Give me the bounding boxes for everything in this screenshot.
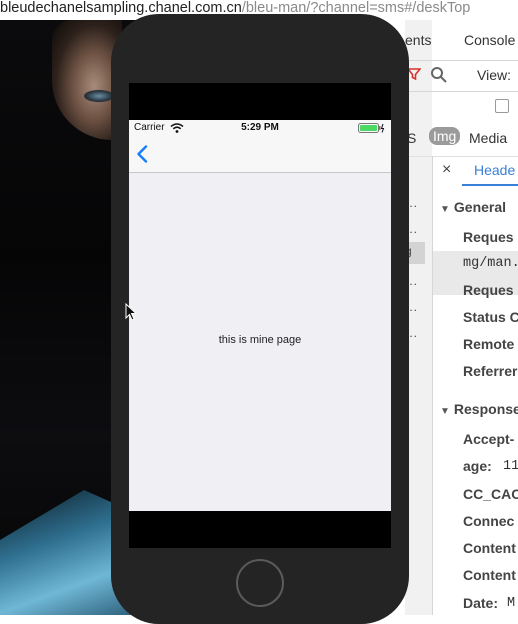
collapse-triangle-icon: ▼ <box>440 204 450 215</box>
header-key: Remote <box>463 336 515 352</box>
status-time: 5:29 PM <box>241 122 279 133</box>
tab-headers[interactable]: Heade <box>462 156 518 186</box>
type-filter-img[interactable]: Img <box>429 127 461 145</box>
header-key: Content <box>463 567 516 583</box>
ios-status-bar: Carrier 5:29 PM <box>129 120 391 136</box>
home-button[interactable] <box>236 559 284 607</box>
ios-navigation-bar <box>129 136 391 173</box>
header-value: 11 <box>503 459 518 474</box>
header-key: Status C <box>463 309 518 325</box>
tab-headers-label: Heade <box>474 162 516 178</box>
view-label: View: <box>477 67 511 83</box>
collapse-triangle-icon: ▼ <box>440 406 450 417</box>
tab-console[interactable]: Console <box>464 32 515 48</box>
section-response-title: Response <box>453 401 518 417</box>
mine-page-content: this is mine page <box>129 173 391 511</box>
header-key: Reques <box>463 282 514 298</box>
devtools-tabbar: ents Console <box>405 20 518 61</box>
header-key: Accept- <box>463 431 515 447</box>
header-value: M <box>507 596 516 611</box>
header-key: CC_CAC <box>463 486 518 502</box>
header-value: mg/man. <box>463 256 518 271</box>
header-key: Reques <box>463 229 514 245</box>
close-detail-button[interactable]: × <box>442 161 451 179</box>
header-key: Date: <box>463 595 499 611</box>
header-key: Referrer <box>463 363 518 379</box>
section-general-title: General <box>453 199 507 215</box>
header-key: Content <box>463 540 516 556</box>
battery-icon <box>358 123 385 133</box>
header-key: Connec <box>463 513 515 529</box>
search-icon[interactable] <box>430 66 448 84</box>
cursor-icon <box>125 303 137 321</box>
photo-eye <box>84 90 114 102</box>
tab-elements[interactable]: ents <box>405 32 431 48</box>
type-filter-media[interactable]: Media <box>469 130 507 146</box>
mine-page-text: this is mine page <box>218 334 302 346</box>
section-general[interactable]: ▼ General <box>440 199 506 215</box>
section-response-headers[interactable]: ▼ Response <box>440 401 518 417</box>
filter-icon[interactable] <box>407 67 421 81</box>
devtools-checkbox[interactable] <box>495 99 509 113</box>
back-chevron-icon[interactable] <box>136 145 148 163</box>
header-key: age: <box>463 458 492 474</box>
